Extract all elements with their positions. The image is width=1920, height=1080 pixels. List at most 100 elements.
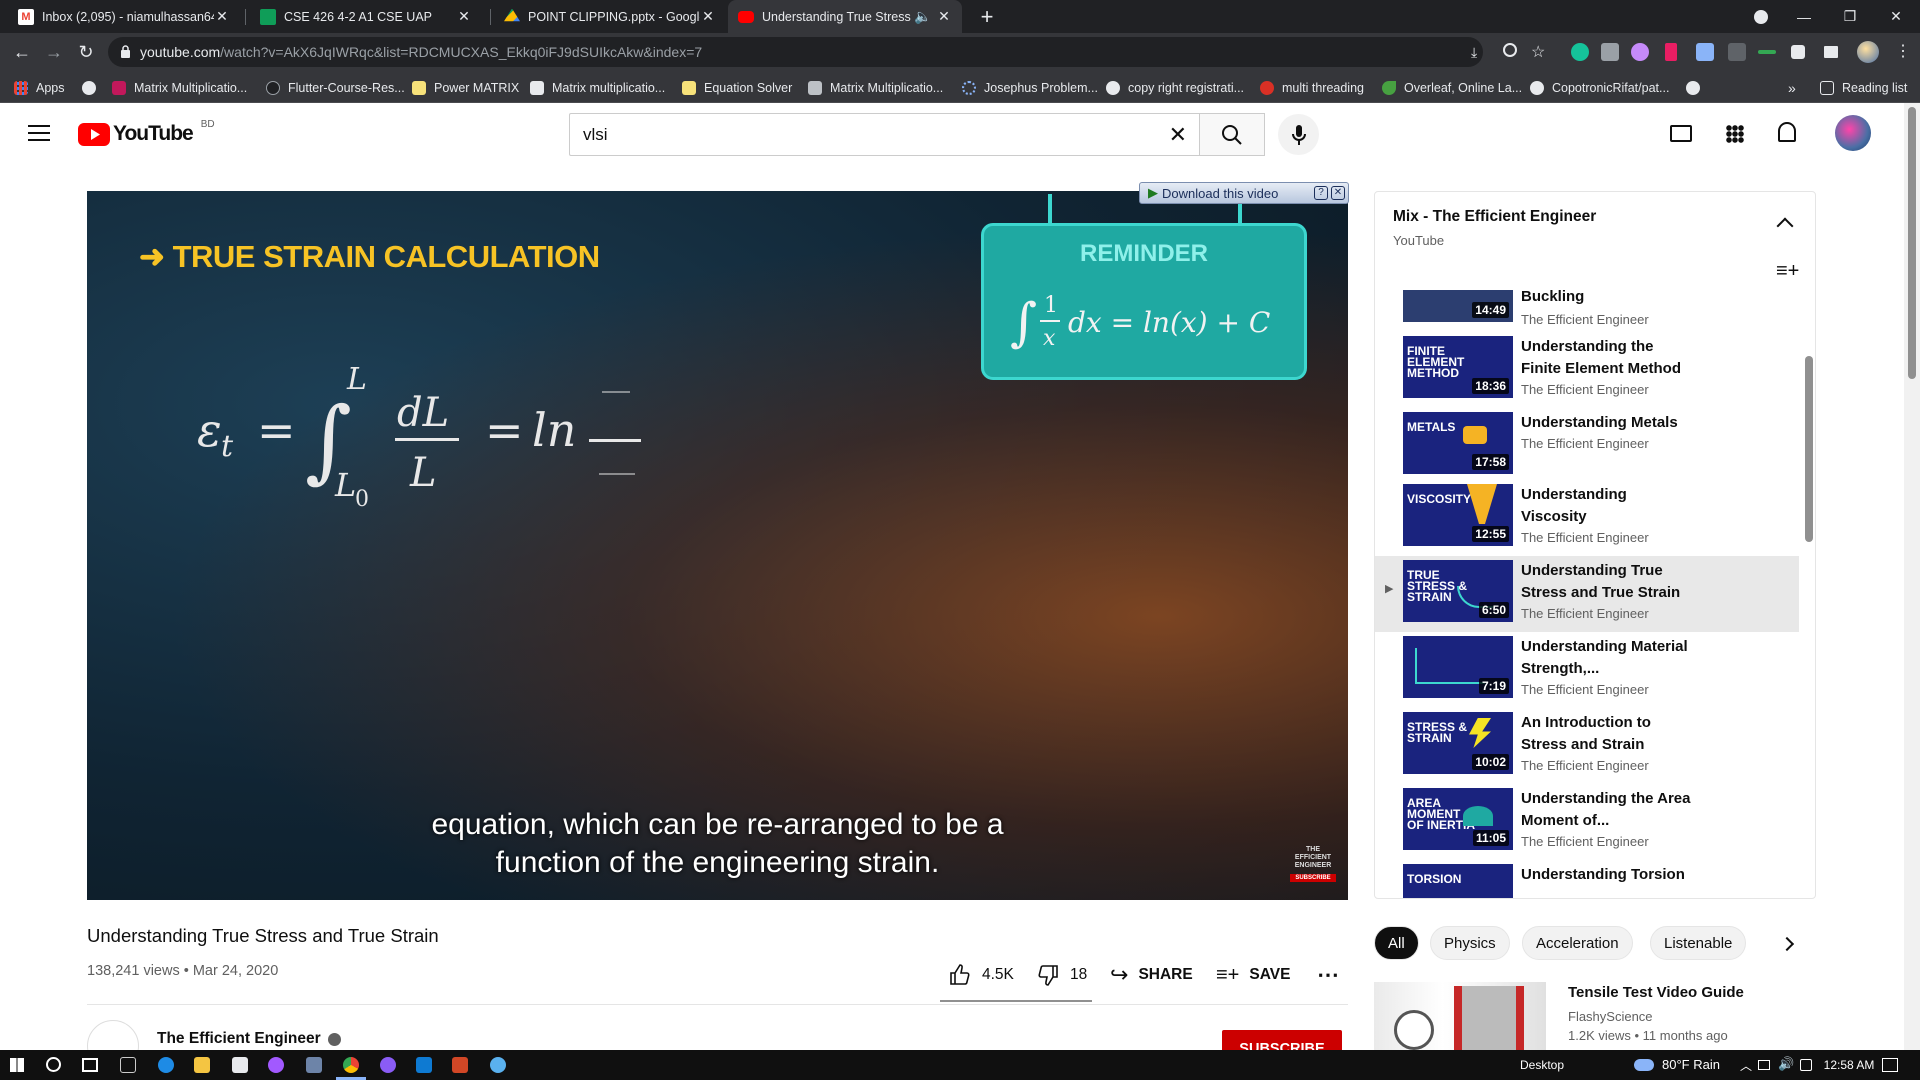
close-icon[interactable]: ✕ <box>700 8 716 25</box>
close-icon[interactable]: ✕ <box>214 8 230 25</box>
chip-listenable[interactable]: Listenable <box>1650 926 1747 960</box>
bookmark-item[interactable]: Flutter-Course-Res... <box>266 79 405 97</box>
add-to-queue-icon[interactable]: ≡+ <box>1776 260 1799 283</box>
create-video-icon[interactable] <box>1670 125 1692 142</box>
playlist-item[interactable]: TORSION Understanding Torsion <box>1375 860 1799 898</box>
more-actions-icon[interactable]: ⋯ <box>1317 960 1340 990</box>
extension-icon[interactable] <box>1631 43 1649 61</box>
playlist-item[interactable]: 14:49 Buckling The Efficient Engineer <box>1375 290 1799 332</box>
powerpoint-icon[interactable] <box>452 1057 468 1073</box>
app-icon[interactable] <box>490 1057 506 1073</box>
chip-all[interactable]: All <box>1374 926 1419 960</box>
desktop-toolbar[interactable]: Desktop <box>1520 1058 1564 1072</box>
voice-search-button[interactable] <box>1278 114 1319 155</box>
bookmark-item[interactable]: Equation Solver <box>682 79 792 97</box>
dislike-button[interactable]: 18 <box>1036 960 1087 990</box>
bookmark-item[interactable]: Josephus Problem... <box>962 79 1098 97</box>
playlist-item[interactable]: 7:19 Understanding Material Strength,...… <box>1375 632 1799 708</box>
flag-extension-icon[interactable] <box>1665 43 1677 61</box>
tab-classroom[interactable]: CSE 426 4-2 A1 CSE UAP ✕ <box>250 0 482 33</box>
chip-acceleration[interactable]: Acceleration <box>1522 926 1633 960</box>
playlist-title[interactable]: Mix - The Efficient Engineer <box>1393 208 1596 226</box>
volume-icon[interactable]: 🔊 <box>1778 1056 1794 1072</box>
channel-name[interactable]: The Efficient Engineer <box>157 1030 341 1048</box>
keyboard-app-icon[interactable] <box>120 1057 136 1073</box>
chevron-right-icon[interactable] <box>1779 936 1795 952</box>
tab-search-icon[interactable] <box>1738 0 1784 33</box>
network-icon[interactable] <box>1758 1060 1770 1070</box>
playlist-item[interactable]: METALS 17:58 Understanding Metals The Eff… <box>1375 408 1799 484</box>
messenger-icon[interactable] <box>268 1057 284 1073</box>
scrollbar-thumb[interactable] <box>1908 107 1916 379</box>
search-button[interactable] <box>1199 113 1265 156</box>
chrome-icon[interactable] <box>343 1057 359 1073</box>
profile-avatar[interactable] <box>1857 41 1879 63</box>
camera-extension-icon[interactable] <box>1601 43 1619 61</box>
edge-icon[interactable] <box>158 1057 174 1073</box>
file-explorer-icon[interactable] <box>194 1057 210 1073</box>
cortana-search-icon[interactable] <box>46 1057 61 1072</box>
back-button[interactable]: ← <box>8 38 36 66</box>
bookmark-item[interactable] <box>1686 79 1708 97</box>
tab-gmail[interactable]: M Inbox (2,095) - niamulhassan64@ ✕ <box>8 0 240 33</box>
star-icon[interactable]: ☆ <box>1531 42 1545 62</box>
address-bar[interactable]: youtube.com/watch?v=AkX6JqIWRqc&list=RDC… <box>108 37 1545 67</box>
zoom-icon[interactable] <box>1503 43 1517 57</box>
close-icon[interactable]: ✕ <box>936 8 952 25</box>
playlist-item[interactable]: VISCOSITY 12:55 Understanding Viscosity T… <box>1375 480 1799 556</box>
notifications-bell-icon[interactable] <box>1778 122 1796 142</box>
mail-icon[interactable] <box>232 1057 248 1073</box>
bookmark-item[interactable]: multi threading <box>1260 79 1364 97</box>
apps-grid-icon[interactable] <box>1726 125 1744 143</box>
github-desktop-icon[interactable] <box>380 1057 396 1073</box>
tab-youtube[interactable]: Understanding True Stress ar 🔈 ✕ <box>728 0 962 33</box>
extension-icon[interactable] <box>1758 50 1776 54</box>
channel-watermark[interactable]: THE EFFICIENT ENGINEER SUBSCRIBE <box>1290 846 1336 882</box>
maximize-button[interactable]: ❐ <box>1827 0 1873 33</box>
hamburger-menu-icon[interactable] <box>28 125 50 141</box>
help-icon[interactable]: ? <box>1314 186 1328 200</box>
media-control-icon[interactable] <box>1824 46 1838 58</box>
clear-search-icon[interactable]: ✕ <box>1169 122 1187 148</box>
tab-google-drive[interactable]: POINT CLIPPING.pptx - Google D ✕ <box>494 0 726 33</box>
bookmark-item[interactable] <box>82 79 104 97</box>
playlist-item[interactable]: FINITE ELEMENT METHOD 18:36 Understanding… <box>1375 332 1799 408</box>
task-view-icon[interactable] <box>82 1058 98 1072</box>
bookmark-item[interactable]: Matrix multiplicatio... <box>530 79 665 97</box>
install-icon[interactable]: ⤓ <box>1471 44 1477 61</box>
close-window-button[interactable]: ✕ <box>1873 0 1919 33</box>
app-icon[interactable] <box>306 1057 322 1073</box>
puzzle-icon[interactable] <box>1791 45 1805 59</box>
bookmark-item[interactable]: Matrix Multiplicatio... <box>808 79 943 97</box>
page-scrollbar[interactable] <box>1904 103 1920 1050</box>
weather-widget[interactable]: 80°F Rain <box>1634 1057 1720 1072</box>
close-icon[interactable]: ✕ <box>456 8 472 25</box>
forward-button[interactable]: → <box>40 38 68 66</box>
playlist-scrollbar[interactable] <box>1805 356 1813 542</box>
bookmark-item[interactable]: copy right registrati... <box>1106 79 1244 97</box>
bookmark-apps[interactable]: Apps <box>14 79 65 97</box>
reload-button[interactable]: ↻ <box>72 38 100 66</box>
chip-physics[interactable]: Physics <box>1430 926 1510 960</box>
speaker-icon[interactable]: 🔈 <box>914 8 931 25</box>
save-button[interactable]: ≡+ SAVE <box>1216 960 1290 990</box>
youtube-logo[interactable]: YouTube BD <box>78 119 215 146</box>
bookmark-item[interactable]: Overleaf, Online La... <box>1382 79 1522 97</box>
windows-start-icon[interactable] <box>10 1058 24 1072</box>
like-button[interactable]: 4.5K <box>948 960 1014 990</box>
bookmarks-overflow[interactable]: » <box>1788 79 1796 97</box>
clock[interactable]: 12:58 AM <box>1814 1058 1884 1072</box>
playlist-item[interactable]: AREA MOMENT OF INERTIA 11:05 Understandin… <box>1375 784 1799 860</box>
playlist-item-current[interactable]: ▶ TRUE STRESS & STRAIN 6:50 Understanding… <box>1375 556 1799 632</box>
close-icon[interactable]: ✕ <box>1331 186 1345 200</box>
download-extension-icon[interactable] <box>1696 43 1714 61</box>
tray-chevron-icon[interactable]: ︿ <box>1740 1057 1752 1074</box>
grammarly-icon[interactable] <box>1571 43 1589 61</box>
download-this-video-bar[interactable]: ▶ Download this video ? ✕ <box>1139 182 1349 204</box>
account-avatar[interactable] <box>1835 115 1871 151</box>
menu-icon[interactable]: ⋮ <box>1895 41 1911 61</box>
reading-list[interactable]: Reading list <box>1820 79 1907 97</box>
bookmark-item[interactable]: CopotronicRifat/pat... <box>1530 79 1669 97</box>
notification-center-icon[interactable] <box>1882 1058 1898 1072</box>
extension-icon[interactable] <box>1728 43 1746 61</box>
